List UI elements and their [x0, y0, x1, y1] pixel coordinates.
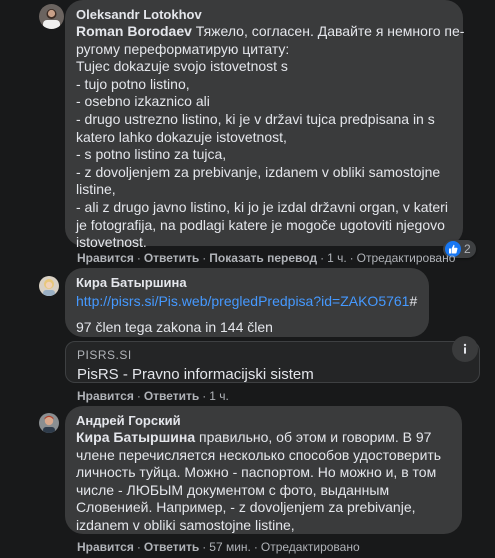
- text-line: правильно, об этом и говорим. В 97: [195, 429, 432, 445]
- text-line: istovetnost.: [76, 234, 147, 251]
- avatar-kira-icon: [39, 276, 59, 296]
- link-preview-card[interactable]: PISRS.SI PisRS - Pravno informacijski si…: [65, 341, 480, 383]
- text-line: - ali z drugo javno listino, ki jo je iz…: [76, 198, 448, 215]
- avatar-oleksandr-icon: [39, 4, 64, 29]
- text-line: - drugo ustrezno listino, ki je v državi…: [76, 110, 435, 127]
- avatar[interactable]: [39, 4, 64, 29]
- timestamp[interactable]: 1 ч.: [209, 389, 229, 403]
- comment-bubble: Oleksandr Lotokhov Roman Borodaev Тяжело…: [65, 0, 464, 250]
- preview-domain: PISRS.SI: [77, 348, 132, 362]
- avatar-andrey-icon: [39, 413, 59, 433]
- text-line: - tujo potno listino,: [76, 75, 190, 92]
- info-icon: [463, 343, 467, 354]
- comment-author[interactable]: Oleksandr Lotokhov: [76, 6, 451, 23]
- text-line: Словенией. Например, - z dovoljenjem za …: [76, 499, 416, 516]
- reply-button[interactable]: Ответить: [144, 540, 199, 554]
- comment-text: Roman Borodaev Тяжело, согласен. Давайте…: [76, 23, 464, 252]
- comment-actions: Нравится · Ответить · Показать перевод · 1 ч. ·…: [77, 251, 456, 265]
- text-line: члене перечисляется несколько способов у…: [76, 446, 442, 463]
- text-line: #: [409, 293, 418, 309]
- comment-author[interactable]: Андрей Горский: [76, 412, 450, 429]
- comment-bubble: Кира Батыршина http://pisrs.si/Pis.web/p…: [65, 268, 429, 337]
- mention-link[interactable]: Кира Батыршина: [76, 429, 195, 445]
- text-line: - osebno izkaznico ali: [76, 93, 210, 110]
- comment-author[interactable]: Кира Батыршина: [76, 274, 417, 291]
- like-button[interactable]: Нравится: [77, 251, 134, 265]
- comment-actions: Нравится · Ответить · 57 мин. · Отредактирован…: [77, 540, 360, 554]
- avatar[interactable]: [39, 413, 59, 433]
- text-line: Tujec dokazuje svojo istovetnost s: [76, 58, 288, 75]
- avatar[interactable]: [39, 276, 59, 296]
- reply-button[interactable]: Ответить: [144, 251, 199, 265]
- text-line: личность туйца. Можно - паспортом. Но мо…: [76, 464, 437, 481]
- comment-text: Кира Батыршина правильно, об этом и гово…: [76, 429, 450, 535]
- text-line: katero lahko dokazuje istovetnost,: [76, 128, 287, 145]
- comment-bubble: Андрей Горский Кира Батыршина правильно,…: [65, 406, 462, 534]
- edited-label[interactable]: Отредактировано: [261, 540, 360, 554]
- text-line: listine,: [76, 181, 116, 198]
- like-button[interactable]: Нравится: [77, 540, 134, 554]
- timestamp[interactable]: 1 ч.: [327, 251, 347, 265]
- text-line: Тяжело, согласен. Давайте я немного пе-: [191, 23, 465, 39]
- edited-label[interactable]: Отредактировано: [357, 251, 456, 265]
- mention-link[interactable]: Roman Borodaev: [76, 23, 192, 39]
- timestamp[interactable]: 57 мин.: [209, 540, 251, 554]
- text-line: izdanem v obliki samostojne listine,: [76, 516, 295, 533]
- url-link[interactable]: http://pisrs.si/Pis.web/pregledPredpisa?…: [76, 293, 409, 309]
- text-line: 97 člen tega zakona in 144 člen: [76, 318, 273, 335]
- text-line: - s potno listino za tujca,: [76, 146, 227, 163]
- text-line: числе - ЛЮБЫМ документом с фото, выданны…: [76, 481, 390, 498]
- translate-button[interactable]: Показать перевод: [209, 251, 317, 265]
- reply-button[interactable]: Ответить: [144, 389, 199, 403]
- preview-title: PisRS - Pravno informacijski sistem: [77, 366, 314, 383]
- like-button[interactable]: Нравится: [77, 389, 134, 403]
- comment-text: http://pisrs.si/Pis.web/pregledPredpisa?…: [76, 293, 417, 336]
- reaction-count: 2: [464, 242, 471, 256]
- text-line: - z dovoljenjem za prebivanje, izdanem v…: [76, 163, 441, 180]
- comment-actions: Нравится · Ответить · 1 ч.: [77, 389, 229, 403]
- text-line: ругому переформатирую цитату:: [76, 40, 290, 57]
- info-button[interactable]: [452, 336, 478, 362]
- text-line: je fotografija, na podlagi katere je mog…: [76, 216, 445, 233]
